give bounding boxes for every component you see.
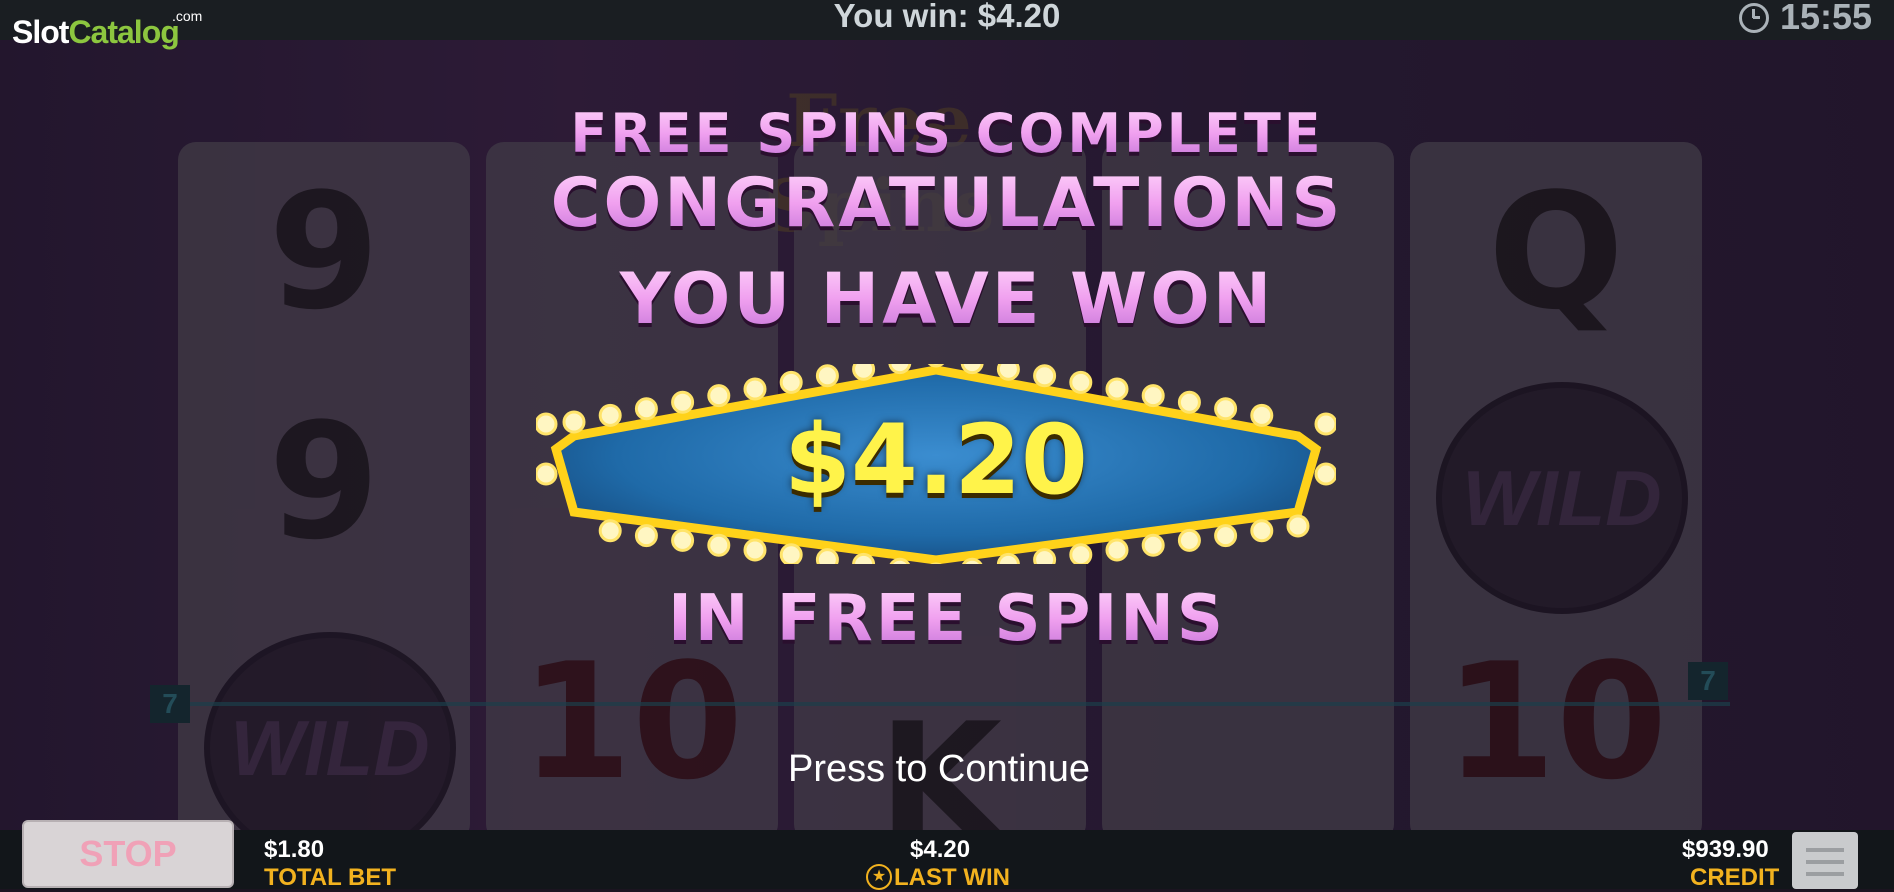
slotcatalog-logo: SlotCatalog (12, 14, 180, 51)
marquee-bulb (927, 364, 945, 368)
top-bar: SlotCatalog .com You win: $4.20 15:55 (0, 0, 1894, 50)
marquee-bulb (960, 364, 984, 375)
hamburger-icon (1806, 848, 1844, 852)
credit-label: CREDIT (1690, 864, 1780, 891)
marquee-bulb (1069, 543, 1093, 564)
marquee-bulb (1177, 390, 1201, 414)
marquee-bulb (743, 377, 767, 401)
logo-domain: .com (172, 8, 203, 24)
marquee-bulb (779, 370, 803, 394)
win-amount: $4.20 (784, 404, 1088, 516)
marquee-bulb (996, 364, 1020, 381)
total-bet-label: TOTAL BET (264, 864, 396, 891)
marquee-bulb (598, 519, 622, 543)
hamburger-icon (1806, 872, 1844, 876)
marquee-bulb (671, 390, 695, 414)
marquee-bulb (707, 533, 731, 557)
marquee-bulb (671, 528, 695, 552)
marquee-bulb (1286, 514, 1310, 538)
marquee-bulb (707, 384, 731, 408)
marquee-bulb (1177, 528, 1201, 552)
press-to-continue[interactable]: Press to Continue (0, 748, 1878, 791)
marquee-bulb (779, 543, 803, 564)
marquee-bulb (1105, 538, 1129, 562)
marquee-bulb (743, 538, 767, 562)
marquee-bulb (1069, 370, 1093, 394)
last-win-label: LAST WIN (894, 864, 1010, 891)
credit-value: $939.90 (1682, 836, 1769, 863)
marquee-bulb (996, 552, 1020, 564)
marquee-bulb (1141, 533, 1165, 557)
logo-slot-text: Slot (12, 14, 69, 50)
in-free-spins-text: IN FREE SPINS (0, 582, 1894, 656)
clock-icon (1739, 3, 1769, 33)
top-win-text: You win: $4.20 (833, 0, 1061, 34)
marquee-bulb (852, 364, 876, 381)
marquee-bulb (634, 524, 658, 548)
last-win-value: $4.20 (910, 836, 971, 863)
stop-button[interactable]: STOP (22, 820, 234, 888)
marquee-bulb (1033, 548, 1057, 564)
clock-time: 15:55 (1780, 0, 1873, 37)
marquee-bulb (1250, 519, 1274, 543)
hamburger-icon (1806, 860, 1844, 864)
marquee-bulb (888, 364, 912, 375)
marquee-bulb (815, 364, 839, 388)
star-icon: ★ (866, 864, 892, 890)
marquee-bulb (1033, 364, 1057, 388)
marquee-bulb (1105, 377, 1129, 401)
marquee-bulb (852, 552, 876, 564)
congratulations-title: CONGRATULATIONS (0, 164, 1894, 243)
marquee-bulb (815, 548, 839, 564)
logo-catalog-text: Catalog (68, 14, 179, 50)
marquee-bulb (1214, 524, 1238, 548)
marquee-bulb (1141, 384, 1165, 408)
menu-button[interactable] (1792, 832, 1858, 889)
you-have-won-title: YOU HAVE WON (0, 258, 1894, 340)
total-bet-value: $1.80 (264, 836, 325, 863)
free-spins-complete-title: FREE SPINS COMPLETE (0, 102, 1894, 165)
